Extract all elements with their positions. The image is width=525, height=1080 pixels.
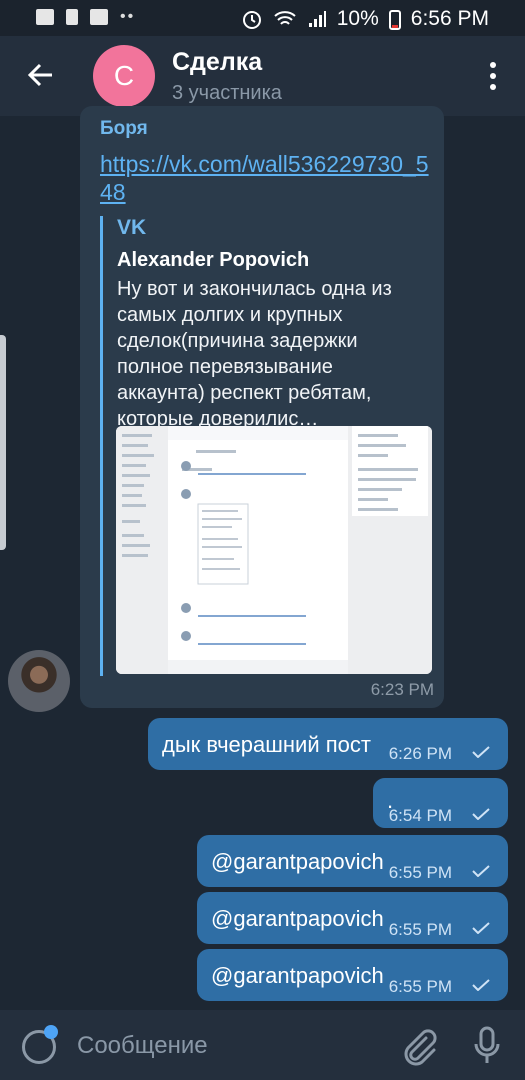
message-text: @garantpapovich — [211, 849, 384, 874]
sender-avatar[interactable] — [8, 650, 70, 712]
outgoing-message[interactable]: . 6:54 PM — [373, 778, 508, 828]
check-icon — [472, 922, 490, 934]
clock: 6:56 PM — [410, 7, 489, 30]
emoji-notification-dot — [44, 1025, 58, 1039]
message-time: 6:23 PM — [370, 680, 434, 699]
mail-icon — [36, 9, 54, 25]
link-preview[interactable]: VK Alexander Popovich Ну вот и закончила… — [100, 216, 438, 676]
alert-icon — [66, 9, 78, 25]
message-link[interactable]: https://vk.com/wall536229730_548 — [100, 150, 440, 206]
check-icon — [472, 979, 490, 991]
more-notifications-icon: •• — [120, 8, 136, 25]
message-time: 6:55 PM — [388, 977, 452, 996]
message-time: 6:55 PM — [388, 863, 452, 882]
group-avatar[interactable]: С — [93, 45, 155, 107]
incoming-message[interactable]: Боря https://vk.com/wall536229730_548 VK… — [80, 106, 444, 708]
alarm-icon — [242, 11, 261, 29]
message-sender[interactable]: Боря — [100, 118, 148, 140]
preview-author: Alexander Popovich — [117, 249, 310, 271]
outgoing-message[interactable]: дык вчерашний пост 6:26 PM — [148, 718, 508, 770]
attach-icon[interactable] — [400, 1028, 438, 1066]
preview-text: Ну вот и закончилась одна из самых долги… — [117, 278, 392, 430]
preview-site: VK — [117, 216, 147, 239]
chat-title[interactable]: Сделка — [172, 48, 262, 77]
outgoing-message[interactable]: @garantpapovich 6:55 PM — [197, 892, 508, 944]
outgoing-message[interactable]: @garantpapovich 6:55 PM — [197, 835, 508, 887]
chat-subtitle: 3 участника — [172, 82, 282, 104]
chat-icon — [90, 9, 108, 25]
message-text: @garantpapovich — [211, 963, 384, 988]
check-icon — [472, 808, 490, 820]
mic-icon[interactable] — [472, 1026, 502, 1066]
side-scroll-handle[interactable] — [0, 335, 6, 550]
message-text: дык вчерашний пост — [162, 732, 371, 757]
system-icons: 10% 6:56 PM — [241, 7, 489, 31]
message-input[interactable] — [75, 1026, 369, 1066]
more-vert-icon[interactable] — [489, 62, 497, 90]
message-time: 6:55 PM — [388, 920, 452, 939]
outgoing-message[interactable]: @garantpapovich 6:55 PM — [197, 949, 508, 1001]
status-bar: •• 10% 6:56 PM — [0, 0, 525, 36]
preview-screenshot-graphic — [116, 426, 432, 674]
battery-icon — [388, 10, 401, 30]
check-icon — [472, 746, 490, 758]
signal-icon — [308, 11, 326, 27]
message-composer — [0, 1010, 525, 1080]
message-time: 6:54 PM — [388, 806, 452, 825]
message-text: @garantpapovich — [211, 906, 384, 931]
chat-header: С Сделка 3 участника — [0, 36, 525, 116]
message-time: 6:26 PM — [388, 744, 452, 763]
back-arrow-icon[interactable] — [26, 60, 56, 90]
notification-icons: •• — [36, 8, 135, 26]
check-icon — [472, 865, 490, 877]
preview-image[interactable] — [116, 426, 432, 674]
battery-percent: 10% — [336, 7, 379, 30]
wifi-icon — [274, 11, 296, 25]
